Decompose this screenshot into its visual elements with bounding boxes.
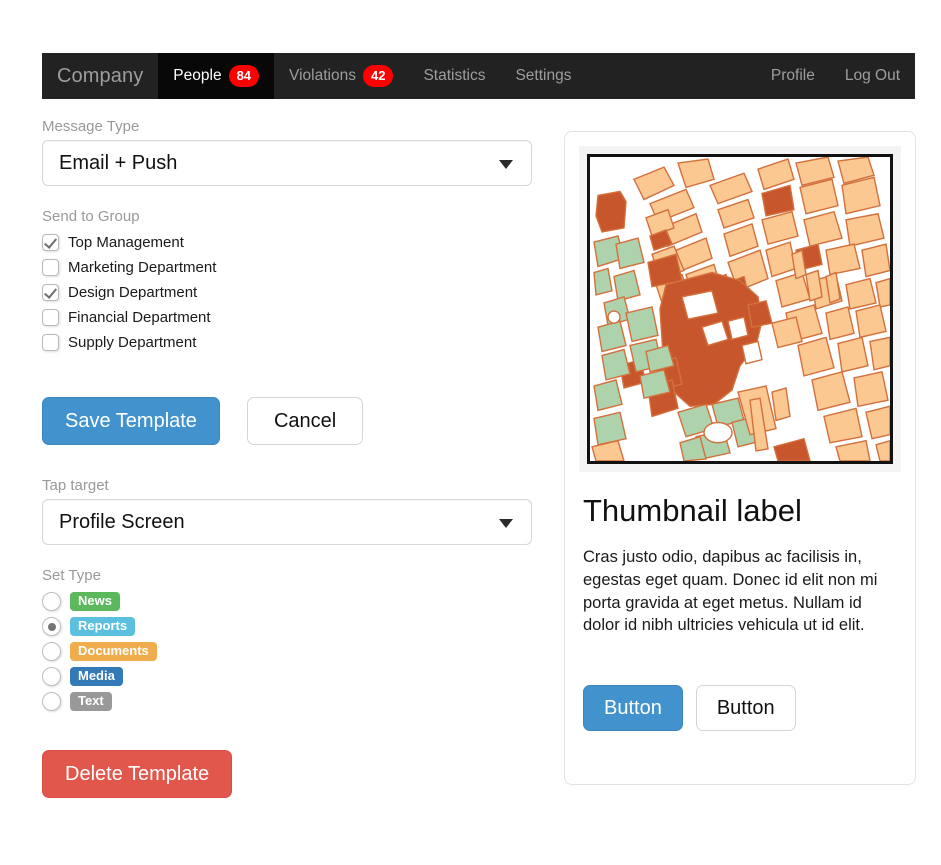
nav-item-violations[interactable]: Violations 42 [274,53,408,99]
settings-form: Message Type Email + Push Send to Group … [42,118,532,798]
checkbox-row-financial-department[interactable]: Financial Department [42,305,532,330]
tap-target-label: Tap target [42,477,109,494]
nav-item-statistics[interactable]: Statistics [408,53,500,99]
nav-item-people-badge: 84 [228,65,260,87]
nav-item-people-label: People [173,67,222,84]
radio-reports[interactable] [42,617,61,636]
checkbox-top-management[interactable] [42,234,59,251]
radio-row-documents[interactable]: Documents [42,639,532,664]
checkbox-design-department[interactable] [42,284,59,301]
chevron-down-icon [499,519,513,528]
checkbox-label-top-management: Top Management [68,234,184,251]
thumbnail-buttons: Button Button [583,685,897,732]
checkbox-label-financial-department: Financial Department [68,309,211,326]
tap-target-select[interactable]: Profile Screen [42,499,532,545]
tag-reports: Reports [70,616,136,637]
navbar-right-items: Profile Log Out [756,53,915,99]
tap-target-value: Profile Screen [59,510,185,533]
set-type-label: Set Type [42,567,101,584]
thumbnail-card: Thumbnail label Cras justo odio, dapibus… [564,131,916,785]
nav-item-statistics-label: Statistics [423,67,486,84]
checkbox-row-supply-department[interactable]: Supply Department [42,330,532,355]
nav-item-settings[interactable]: Settings [500,53,586,99]
message-type-label: Message Type [42,118,140,135]
thumbnail-body-text: Cras justo odio, dapibus ac facilisis in… [583,548,878,635]
thumbnail-title: Thumbnail label [583,493,802,528]
set-type-section: Set Type News Reports Documents Media Te… [42,567,532,714]
message-type-select[interactable]: Email + Push [42,140,532,186]
checkbox-row-top-management[interactable]: Top Management [42,230,532,255]
tag-text: Text [70,691,112,712]
chevron-down-icon [499,160,513,169]
navbar-brand[interactable]: Company [42,53,158,99]
map-svg [590,157,890,461]
radio-documents[interactable] [42,642,61,661]
tag-documents: Documents [70,641,157,662]
checkbox-financial-department[interactable] [42,309,59,326]
checkbox-label-supply-department: Supply Department [68,334,197,351]
radio-row-news[interactable]: News [42,589,532,614]
tag-media: Media [70,666,123,687]
main-navbar: Company People 84 Violations 42 Statisti… [42,53,915,99]
nav-item-settings-label: Settings [515,67,572,84]
nav-item-profile[interactable]: Profile [756,53,830,99]
radio-row-text[interactable]: Text [42,689,532,714]
delete-template-button[interactable]: Delete Template [42,750,233,798]
message-type-value: Email + Push [59,151,178,174]
radio-row-reports[interactable]: Reports [42,614,532,639]
delete-action-row: Delete Template [42,750,532,798]
form-action-buttons: Save Template Cancel [42,397,532,445]
checkbox-label-design-department: Design Department [68,284,198,301]
tag-news: News [70,591,120,612]
checkbox-label-marketing-department: Marketing Department [68,259,217,276]
thumbnail-primary-button[interactable]: Button [583,685,683,732]
thumbnail-image-wrapper [579,146,901,472]
checkbox-marketing-department[interactable] [42,259,59,276]
radio-text[interactable] [42,692,61,711]
radio-news[interactable] [42,592,61,611]
checkbox-supply-department[interactable] [42,334,59,351]
send-to-group-label: Send to Group [42,208,140,225]
nav-item-violations-label: Violations [289,67,356,84]
checkbox-row-design-department[interactable]: Design Department [42,280,532,305]
checkbox-row-marketing-department[interactable]: Marketing Department [42,255,532,280]
nav-item-violations-badge: 42 [362,65,394,87]
tap-target-section: Tap target Profile Screen [42,477,532,545]
thumbnail-caption: Thumbnail label Cras justo odio, dapibus… [579,472,901,732]
thumbnail-secondary-button[interactable]: Button [695,685,796,732]
nav-item-profile-label: Profile [770,67,815,84]
navbar-items: People 84 Violations 42 Statistics Setti… [158,53,586,99]
cancel-button[interactable]: Cancel [246,397,364,445]
nav-item-people[interactable]: People 84 [158,53,275,99]
radio-row-media[interactable]: Media [42,664,532,689]
send-to-group-section: Send to Group Top Management Marketing D… [42,208,532,355]
save-template-button[interactable]: Save Template [42,397,220,445]
page-root: Company People 84 Violations 42 Statisti… [0,0,941,865]
nav-item-logout-label: Log Out [844,67,900,84]
nav-item-logout[interactable]: Log Out [830,53,915,99]
map-thumbnail-image[interactable] [587,154,893,464]
radio-media[interactable] [42,667,61,686]
